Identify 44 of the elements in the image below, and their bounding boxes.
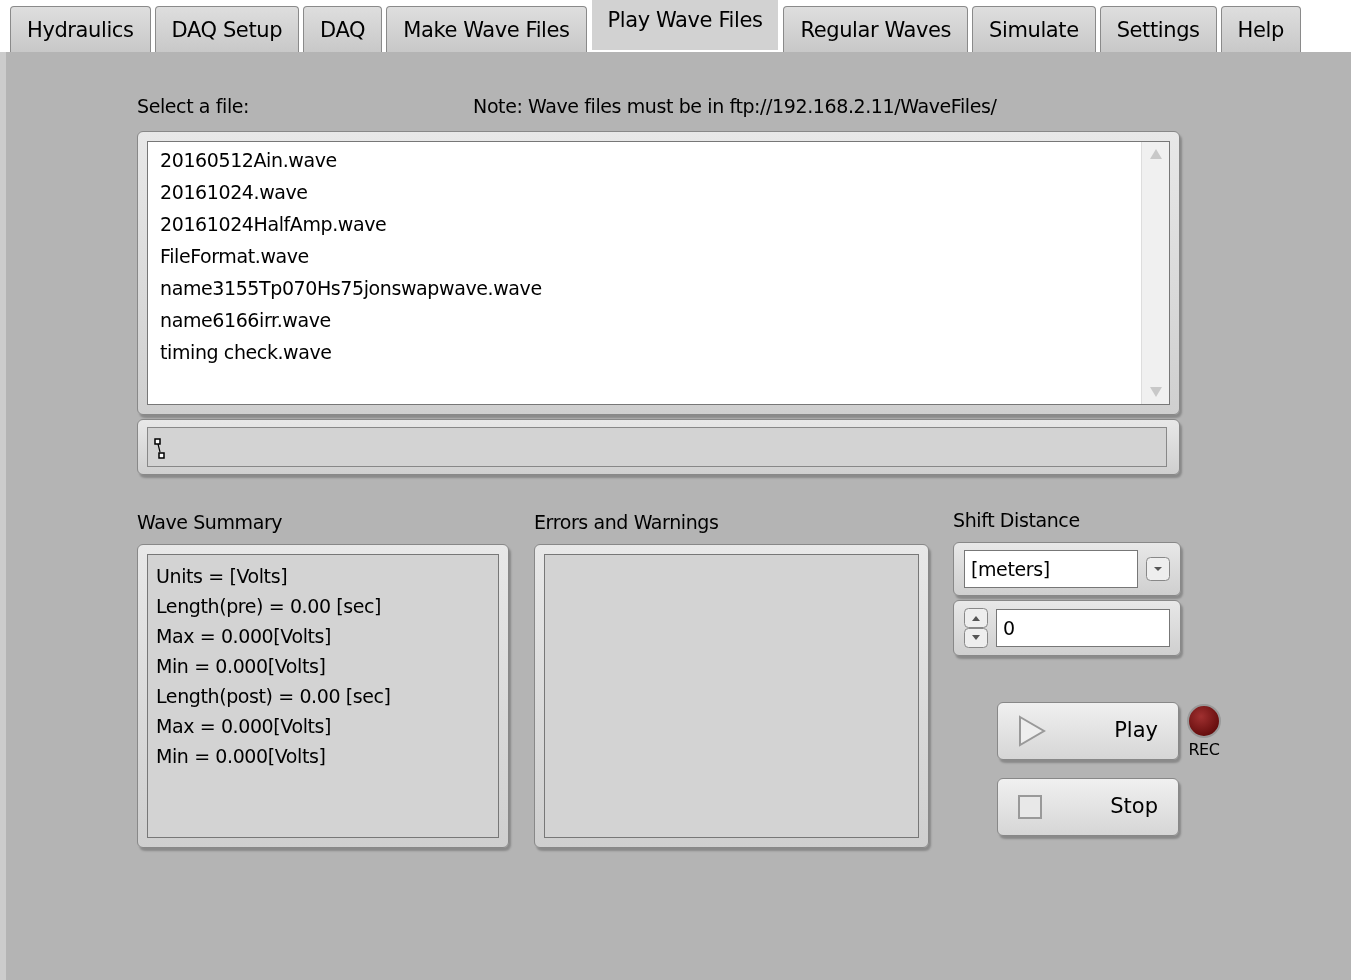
tab[interactable]: DAQ xyxy=(303,6,383,52)
tab[interactable]: Help xyxy=(1220,6,1301,52)
stop-button[interactable]: Stop xyxy=(997,778,1179,836)
field-label: Select a file: xyxy=(137,94,250,119)
section-label: Errors and Warnings xyxy=(534,509,720,535)
section-label: Wave Summary xyxy=(137,509,284,535)
indicator-label: REC xyxy=(1188,739,1220,761)
summary-line: Min = 0.000[Volts] xyxy=(156,744,327,769)
file-item[interactable]: timing check.wave xyxy=(160,335,1129,368)
scrollbar[interactable] xyxy=(1141,141,1169,404)
play-button[interactable]: Play xyxy=(997,702,1179,760)
summary-line: Max = 0.000[Volts] xyxy=(156,714,333,739)
scroll-down-icon[interactable] xyxy=(1148,385,1163,398)
file-item[interactable]: 20161024HalfAmp.wave xyxy=(160,207,1129,240)
tab[interactable]: Settings xyxy=(1099,6,1217,52)
file-item[interactable]: FileFormat.wave xyxy=(160,239,1129,272)
file-item[interactable]: name6166irr.wave xyxy=(160,303,1129,336)
file-list[interactable]: 20160512Ain.wave 20161024.wave 20161024HalfAmp.wave FileFormat.wave name3155Tp070Hs75jonswapwave.wave name6166irr.wave timing check.wave xyxy=(147,140,1170,405)
section-label: Shift Distance xyxy=(953,507,1081,533)
path-field[interactable] xyxy=(147,426,1167,467)
number-field[interactable]: 0 xyxy=(996,609,1170,647)
tab[interactable]: Make Wave Files xyxy=(386,6,587,52)
path-icon xyxy=(154,438,166,460)
spinner-icon[interactable] xyxy=(964,608,988,648)
tab[interactable]: Regular Waves xyxy=(783,6,969,52)
summary-line: Min = 0.000[Volts] xyxy=(156,654,327,679)
note-text: Note: Wave files must be in ftp://192.168.2.11/WaveFiles/ xyxy=(473,94,997,119)
tab[interactable]: Simulate xyxy=(972,6,1096,52)
file-item[interactable]: name3155Tp070Hs75jonswapwave.wave xyxy=(160,271,1129,304)
play-icon xyxy=(1018,715,1046,747)
scroll-up-icon[interactable] xyxy=(1148,147,1163,160)
tab[interactable]: Play Wave Files xyxy=(590,0,780,50)
unit-value: [meters] xyxy=(964,550,1138,588)
summary-line: Length(post) = 0.00 [sec] xyxy=(156,684,392,709)
file-item[interactable]: 20160512Ain.wave xyxy=(160,143,1129,176)
summary-line: Length(pre) = 0.00 [sec] xyxy=(156,594,383,619)
unit-selector[interactable]: [meters] xyxy=(953,542,1181,596)
summary-line: Max = 0.000[Volts] xyxy=(156,624,333,649)
tab[interactable]: Hydraulics xyxy=(10,6,151,52)
dropdown-icon[interactable] xyxy=(1146,557,1170,581)
file-item[interactable]: 20161024.wave xyxy=(160,175,1129,208)
summary-line: Units = [Volts] xyxy=(156,564,289,589)
tab[interactable]: DAQ Setup xyxy=(154,6,300,52)
stop-icon xyxy=(1018,795,1042,819)
